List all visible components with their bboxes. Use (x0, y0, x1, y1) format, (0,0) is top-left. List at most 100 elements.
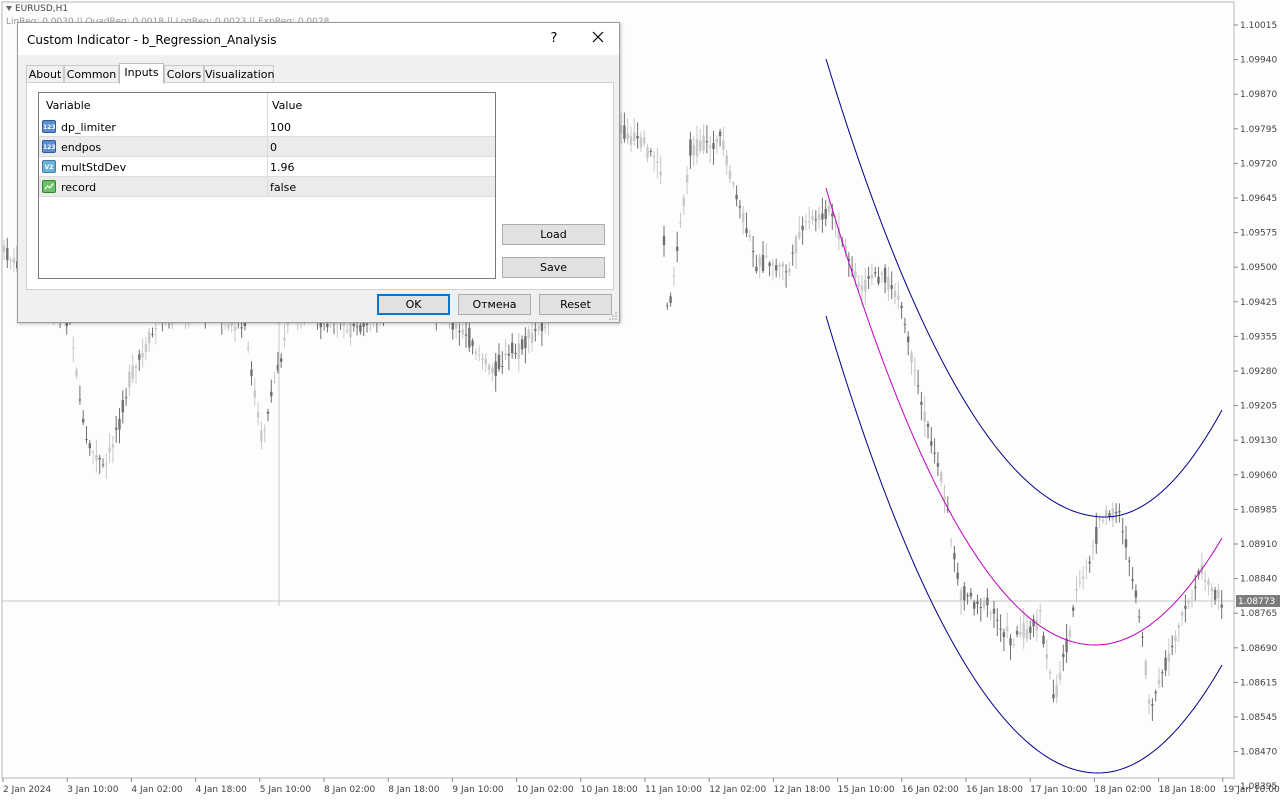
candle-body (1009, 638, 1012, 646)
column-divider[interactable] (267, 93, 268, 117)
x-tick-label: 8 Jan 02:00 (324, 785, 376, 795)
table-row[interactable]: 123 endpos 0 (39, 137, 495, 157)
save-button[interactable]: Save (502, 257, 605, 278)
candle-body (966, 595, 969, 597)
candle-body (1171, 645, 1174, 648)
candle-body (105, 463, 108, 465)
column-header-value[interactable]: Value (272, 99, 302, 112)
variable-value[interactable]: 0 (270, 141, 277, 154)
load-button[interactable]: Load (502, 224, 605, 245)
lower-band-line (825, 315, 1223, 774)
candle-body (527, 329, 530, 338)
help-button[interactable]: ? (548, 31, 560, 46)
candle-body (890, 285, 893, 289)
candle-body (118, 418, 121, 430)
ok-button[interactable]: OK (377, 294, 450, 315)
tab-about[interactable]: About (26, 65, 64, 83)
bool-type-icon (42, 180, 56, 193)
candle-body (1190, 597, 1194, 599)
candle-body (662, 235, 666, 245)
candle-body (283, 337, 286, 341)
tab-inputs[interactable]: Inputs (119, 63, 164, 84)
variable-value[interactable]: 100 (270, 121, 291, 134)
candle-body (253, 390, 256, 398)
candle-body (857, 283, 860, 287)
candle-body (801, 225, 804, 231)
y-tick-label: 1.09500 (1240, 263, 1277, 273)
candle-body (487, 365, 491, 370)
candle-body (511, 342, 514, 354)
candle-body (491, 367, 494, 373)
candle-body (1039, 609, 1042, 612)
candle-body (636, 136, 639, 139)
candle-body (6, 248, 9, 261)
candle-body (138, 354, 141, 360)
close-icon[interactable] (590, 29, 606, 45)
collapse-triangle-icon[interactable] (6, 6, 12, 11)
candle-body (705, 140, 709, 143)
cancel-button[interactable]: Отмена (458, 294, 531, 315)
candle-body (933, 452, 936, 454)
candle-body (108, 447, 111, 453)
tab-colors[interactable]: Colors (164, 65, 204, 83)
candle-body (524, 336, 527, 349)
candle-body (1075, 588, 1078, 591)
candle-body (728, 170, 732, 179)
y-tick-label: 1.08765 (1240, 609, 1277, 619)
candle-body (808, 221, 811, 223)
x-tick-label: 18 Jan 02:00 (1094, 785, 1151, 795)
candle-body (1095, 526, 1098, 544)
candle-body (652, 155, 656, 157)
x-tick-label: 8 Jan 18:00 (388, 785, 440, 795)
y-tick-label: 1.08470 (1240, 748, 1277, 758)
candle-body (1072, 607, 1075, 611)
candle-body (1012, 644, 1015, 646)
variable-value[interactable]: false (270, 181, 296, 194)
candle-body (1006, 626, 1009, 631)
reset-button[interactable]: Reset (539, 294, 612, 315)
candle-body (540, 323, 544, 332)
candle-body (355, 326, 359, 328)
x-tick-label: 17 Jan 10:00 (1030, 785, 1087, 795)
dialog-titlebar[interactable]: Custom Indicator - b_Regression_Analysis… (18, 23, 619, 55)
candle-body (365, 323, 369, 325)
variable-value[interactable]: 1.96 (270, 161, 295, 174)
x-tick-label: 15 Jan 10:00 (838, 785, 895, 795)
candle-body (1111, 508, 1114, 521)
candle-body (1062, 653, 1065, 658)
x-tick-label: 4 Jan 18:00 (196, 785, 248, 795)
candle-body (824, 208, 827, 219)
candle-body (1124, 539, 1128, 548)
candle-body (814, 219, 817, 221)
table-row[interactable]: record false (39, 177, 495, 197)
candle-body (722, 140, 725, 150)
candle-body (1098, 518, 1101, 520)
candle-body (646, 147, 649, 158)
y-tick-label: 1.09355 (1240, 332, 1277, 342)
custom-indicator-dialog[interactable]: Custom Indicator - b_Regression_Analysis… (17, 22, 620, 323)
candle-body (1121, 531, 1124, 533)
inputs-table[interactable]: Variable Value 123 dp_limiter 100 123 en… (38, 92, 496, 279)
table-row[interactable]: V2 multStdDev 1.96 (39, 157, 495, 177)
candle-body (623, 125, 626, 139)
table-row[interactable]: 123 dp_limiter 100 (39, 117, 495, 137)
candle-body (893, 291, 897, 297)
tab-visualization[interactable]: Visualization (204, 65, 274, 83)
candle-body (12, 258, 16, 263)
candle-body (1161, 672, 1164, 674)
tab-common[interactable]: Common (64, 65, 119, 83)
column-header-variable[interactable]: Variable (46, 99, 91, 112)
candle-body (121, 400, 124, 413)
candle-body (718, 131, 722, 136)
candle-body (1042, 635, 1045, 645)
candle-body (517, 343, 520, 359)
candle-body (1085, 567, 1088, 569)
dialog-title: Custom Indicator - b_Regression_Analysis (27, 33, 277, 47)
candle-body (923, 411, 926, 422)
candle-body (940, 472, 943, 482)
resize-grip-icon[interactable] (609, 312, 617, 320)
candle-body (464, 334, 468, 336)
candle-body (926, 424, 930, 427)
candle-body (639, 137, 643, 148)
candle-body (458, 331, 461, 333)
